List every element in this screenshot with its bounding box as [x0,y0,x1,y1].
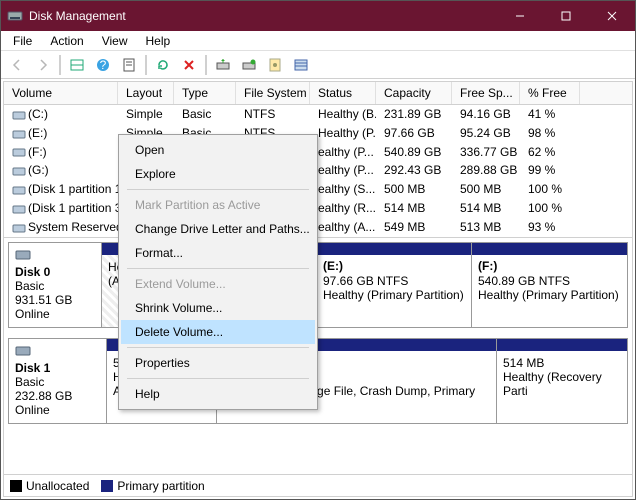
table-row[interactable]: (G:)ealthy (P...292.43 GB289.88 GB99 % [4,161,632,180]
table-row[interactable]: System Reservedealthy (A...549 MB513 MB9… [4,218,632,237]
minimize-button[interactable] [497,1,543,31]
ctx-format[interactable]: Format... [121,241,315,265]
separator [127,378,309,379]
separator [205,55,207,75]
partition[interactable]: 514 MBHealthy (Recovery Parti [497,339,627,423]
separator [127,268,309,269]
titlebar: Disk Management [1,1,635,31]
menu-view[interactable]: View [94,32,136,50]
col-layout[interactable]: Layout [118,82,174,104]
app-icon [7,8,23,24]
disk-label[interactable]: Disk 0Basic931.51 GBOnline [9,243,102,327]
ctx-change-letter[interactable]: Change Drive Letter and Paths... [121,217,315,241]
ctx-explore[interactable]: Explore [121,162,315,186]
col-status[interactable]: Status [310,82,376,104]
close-button[interactable] [589,1,635,31]
ctx-mark-active: Mark Partition as Active [121,193,315,217]
ctx-help[interactable]: Help [121,382,315,406]
list-icon[interactable] [289,53,313,77]
table-row[interactable]: (C:)SimpleBasicNTFSHealthy (B...231.89 G… [4,105,632,124]
volume-list: (C:)SimpleBasicNTFSHealthy (B...231.89 G… [4,105,632,237]
table-row[interactable]: (E:)SimpleBasicNTFSHealthy (P...97.66 GB… [4,124,632,143]
col-free[interactable]: Free Sp... [452,82,520,104]
properties-icon[interactable] [117,53,141,77]
table-row[interactable]: (Disk 1 partition 1)ealthy (S...500 MB50… [4,180,632,199]
col-capacity[interactable]: Capacity [376,82,452,104]
forward-button[interactable] [31,53,55,77]
help-icon[interactable]: ? [91,53,115,77]
attach-icon[interactable] [237,53,261,77]
col-pct[interactable]: % Free [520,82,580,104]
back-button[interactable] [5,53,29,77]
svg-text:?: ? [100,58,107,72]
col-filesystem[interactable]: File System [236,82,310,104]
separator [127,347,309,348]
disk-label[interactable]: Disk 1Basic232.88 GBOnline [9,339,107,423]
ctx-delete-volume[interactable]: Delete Volume... [121,320,315,344]
partition[interactable]: (F:)540.89 GB NTFSHealthy (Primary Parti… [472,243,627,327]
menu-help[interactable]: Help [138,32,179,50]
col-volume[interactable]: Volume [4,82,118,104]
ctx-properties[interactable]: Properties [121,351,315,375]
table-row[interactable]: (F:)ealthy (P...540.89 GB336.77 GB62 % [4,143,632,162]
panes-icon[interactable] [65,53,89,77]
disk-graphic-area: Disk 0Basic931.51 GBOnlineHealthy (Activ… [4,237,632,474]
settings-icon[interactable] [263,53,287,77]
separator [145,55,147,75]
rescan-icon[interactable] [211,53,235,77]
ctx-open[interactable]: Open [121,138,315,162]
menubar: File Action View Help [1,31,635,51]
col-type[interactable]: Type [174,82,236,104]
disk-row: Disk 0Basic931.51 GBOnlineHealthy (Activ… [8,242,628,328]
refresh-icon[interactable] [151,53,175,77]
partition[interactable]: (E:)97.66 GB NTFSHealthy (Primary Partit… [317,243,472,327]
toolbar: ? [1,51,635,79]
maximize-button[interactable] [543,1,589,31]
main-panel: Volume Layout Type File System Status Ca… [3,81,633,497]
legend-unallocated: Unallocated [10,479,89,493]
ctx-shrink[interactable]: Shrink Volume... [121,296,315,320]
ctx-extend: Extend Volume... [121,272,315,296]
separator [127,189,309,190]
window-title: Disk Management [29,9,497,23]
context-menu: Open Explore Mark Partition as Active Ch… [118,134,318,410]
table-row[interactable]: (Disk 1 partition 3)ealthy (R...514 MB51… [4,199,632,218]
volume-header: Volume Layout Type File System Status Ca… [4,82,632,105]
legend-primary: Primary partition [101,479,204,493]
delete-icon[interactable] [177,53,201,77]
menu-file[interactable]: File [5,32,40,50]
disk-row: Disk 1Basic232.88 GBOnline500 MB NTFSHea… [8,338,628,424]
menu-action[interactable]: Action [42,32,91,50]
legend: Unallocated Primary partition [4,474,632,496]
separator [59,55,61,75]
